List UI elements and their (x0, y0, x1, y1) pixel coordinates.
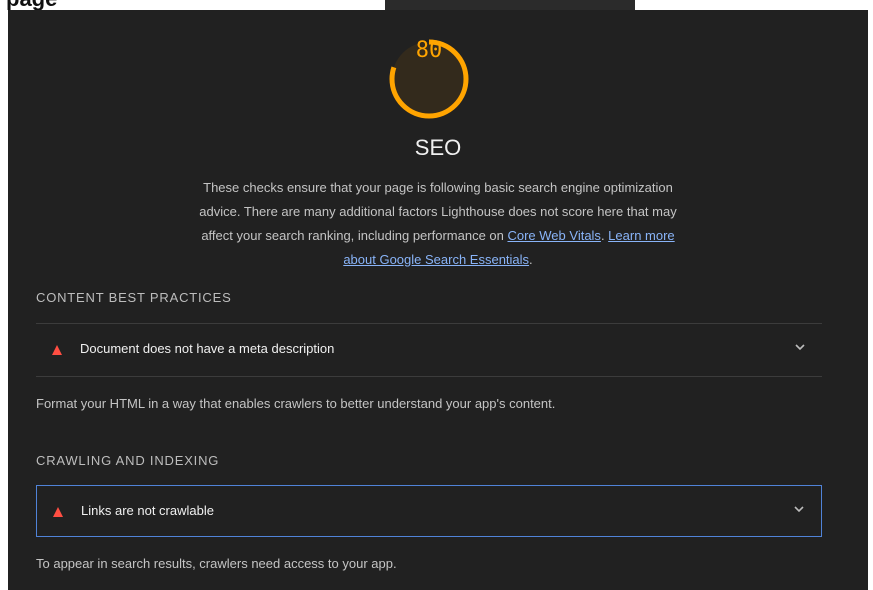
score-gauge[interactable]: 80 (388, 38, 470, 120)
window-edge (868, 0, 873, 590)
divider (36, 376, 822, 377)
group-description: To appear in search results, crawlers ne… (36, 556, 397, 571)
description-end: . (529, 252, 533, 267)
fail-triangle-icon (52, 345, 62, 355)
group-header-crawling-and-indexing: CRAWLING AND INDEXING (36, 453, 220, 468)
score-value: 80 (415, 38, 443, 63)
group-description: Format your HTML in a way that enables c… (36, 396, 556, 411)
partial-page-heading: page (6, 0, 57, 10)
header-bar (385, 0, 635, 10)
audit-title: Document does not have a meta descriptio… (80, 341, 335, 356)
audit-title: Links are not crawlable (81, 503, 214, 518)
category-description: These checks ensure that your page is fo… (193, 176, 683, 272)
group-header-content-best-practices: CONTENT BEST PRACTICES (36, 290, 232, 305)
category-title: SEO (414, 135, 462, 160)
chevron-down-icon[interactable] (794, 341, 806, 353)
audit-links-not-crawlable[interactable]: Links are not crawlable (36, 485, 822, 537)
audit-meta-description[interactable]: Document does not have a meta descriptio… (36, 324, 822, 376)
top-strip: page (0, 0, 873, 10)
chevron-down-icon[interactable] (793, 503, 805, 515)
fail-triangle-icon (53, 507, 63, 517)
core-web-vitals-link[interactable]: Core Web Vitals (507, 228, 600, 243)
lighthouse-report-panel: 80 SEO These checks ensure that your pag… (8, 10, 868, 590)
